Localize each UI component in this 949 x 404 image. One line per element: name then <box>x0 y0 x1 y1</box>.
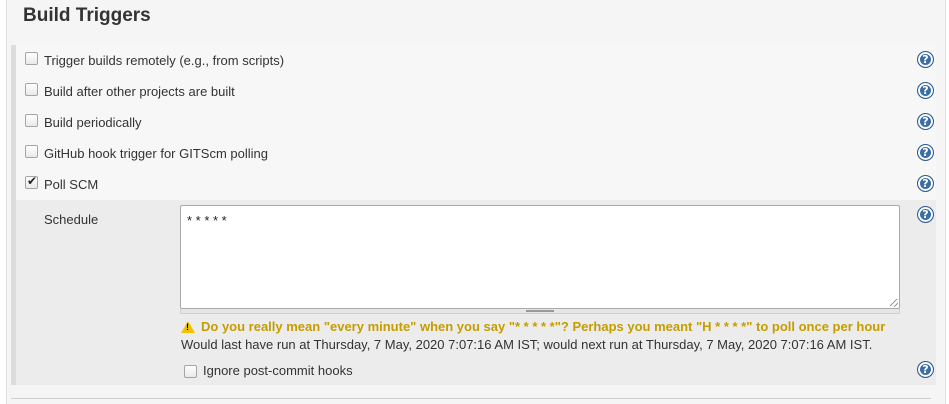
run-info: Would last have run at Thursday, 7 May, … <box>181 337 873 352</box>
schedule-textarea[interactable]: * * * * * <box>180 205 900 309</box>
github-hook-checkbox[interactable] <box>25 145 38 158</box>
textarea-resize-bar[interactable] <box>180 309 900 314</box>
build-periodically-checkbox[interactable] <box>25 114 38 127</box>
trigger-remote-label[interactable]: Trigger builds remotely (e.g., from scri… <box>44 53 284 68</box>
help-icon[interactable]: ? <box>917 82 934 99</box>
github-hook-label[interactable]: GitHub hook trigger for GITScm polling <box>44 146 268 161</box>
trigger-remote-checkbox[interactable] <box>25 52 38 65</box>
warning-icon <box>181 321 195 333</box>
ignore-hooks-checkbox[interactable] <box>184 365 197 378</box>
resize-handle-icon[interactable] <box>890 299 898 307</box>
help-icon[interactable]: ? <box>917 51 934 68</box>
help-icon[interactable]: ? <box>917 361 934 378</box>
schedule-warning: Do you really mean "every minute" when y… <box>181 319 885 334</box>
build-after-label[interactable]: Build after other projects are built <box>44 84 235 99</box>
ignore-hooks-label[interactable]: Ignore post-commit hooks <box>203 363 353 378</box>
poll-scm-checkbox[interactable] <box>25 174 38 189</box>
help-icon[interactable]: ? <box>917 175 934 192</box>
build-after-checkbox[interactable] <box>25 83 38 96</box>
build-after-row: Build after other projects are built ? <box>16 76 936 107</box>
help-icon[interactable]: ? <box>917 144 934 161</box>
github-hook-row: GitHub hook trigger for GITScm polling ? <box>16 138 936 169</box>
grip-icon <box>526 310 554 312</box>
poll-scm-row: Poll SCM ? <box>16 169 936 200</box>
schedule-label: Schedule <box>44 212 99 227</box>
divider <box>11 398 931 399</box>
help-icon[interactable]: ? <box>917 113 934 130</box>
warning-text: Do you really mean "every minute" when y… <box>201 319 886 334</box>
help-icon[interactable]: ? <box>917 206 934 223</box>
build-periodically-row: Build periodically ? <box>16 107 936 138</box>
trigger-remote-row: Trigger builds remotely (e.g., from scri… <box>16 45 936 76</box>
poll-scm-label[interactable]: Poll SCM <box>44 177 98 192</box>
poll-scm-options: Schedule * * * * * ? Do you really mean … <box>16 200 936 385</box>
build-periodically-label[interactable]: Build periodically <box>44 115 142 130</box>
section-title: Build Triggers <box>23 5 151 26</box>
schedule-value: * * * * * <box>187 213 227 228</box>
